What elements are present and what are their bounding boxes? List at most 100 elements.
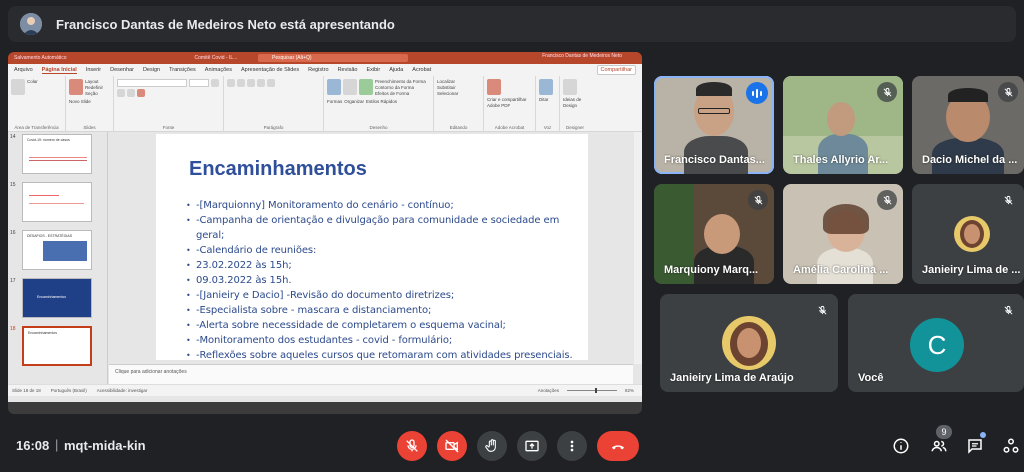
thumbnail-row[interactable]: 15 xyxy=(10,182,106,224)
slide-thumbnail[interactable]: Encaminhamentos xyxy=(22,278,92,318)
chat-button[interactable] xyxy=(964,435,986,457)
autosave-label[interactable]: Salvamento Automático xyxy=(14,55,67,61)
indent-icon[interactable] xyxy=(247,79,255,87)
participant-tile[interactable]: Amélia Carolina ... xyxy=(783,184,903,284)
notes-button[interactable]: Anotações xyxy=(538,388,559,393)
present-button[interactable] xyxy=(517,431,547,461)
tab-desenhar[interactable]: Desenhar xyxy=(110,67,134,73)
design-ideas-icon[interactable] xyxy=(563,79,577,95)
shapes-icon[interactable] xyxy=(327,79,341,95)
meeting-code[interactable]: mqt-mida-kin xyxy=(64,438,146,453)
participant-avatar xyxy=(722,316,776,370)
info-icon xyxy=(893,438,909,454)
people-icon xyxy=(931,440,947,452)
tab-revisao[interactable]: Revisão xyxy=(338,67,358,73)
thumbnail-row[interactable]: 14 Covid-19: número de casos xyxy=(10,134,106,176)
slide-bullet-list[interactable]: -[Marquionny] Monitoramento do cenário -… xyxy=(186,198,576,363)
thumbnail-row[interactable]: 16 DESAFIOS - ESTRATÉGIAS xyxy=(10,230,106,272)
tab-design[interactable]: Design xyxy=(143,67,160,73)
quick-styles-label: Estilos Rápidos xyxy=(366,99,398,104)
slide-thumbnail-selected[interactable]: Encaminhamentos xyxy=(22,326,92,366)
self-tile[interactable]: C Você xyxy=(848,294,1024,392)
group-label: Parágrafo xyxy=(263,125,284,130)
align-center-icon[interactable] xyxy=(267,79,275,87)
language-indicator[interactable]: Português (Brasil) xyxy=(51,388,87,393)
leave-call-button[interactable] xyxy=(597,431,639,461)
effects-label[interactable]: Efeitos de Forma xyxy=(375,91,426,97)
activities-button[interactable] xyxy=(1000,435,1022,457)
tab-registro[interactable]: Registro xyxy=(308,67,328,73)
dictate-label: Ditar xyxy=(539,97,549,102)
participant-tile[interactable]: Thales Allyrio Ar... xyxy=(783,76,903,174)
thumbnail-number: 17 xyxy=(10,278,16,284)
participant-tile[interactable]: Janieiry Lima de Araújo xyxy=(660,294,838,392)
paste-label: Colar xyxy=(27,79,38,84)
thumbnail-row[interactable]: 17 Encaminhamentos xyxy=(10,278,106,320)
speaking-indicator xyxy=(746,82,768,104)
camera-off-icon xyxy=(445,439,459,453)
mic-off-icon xyxy=(812,300,832,320)
tab-acrobat[interactable]: Acrobat xyxy=(412,67,431,73)
accessibility-status[interactable]: Acessibilidade: investigar xyxy=(97,388,148,393)
participant-tile[interactable]: Dacio Michel da ... xyxy=(912,76,1024,174)
zoom-slider[interactable] xyxy=(566,388,617,393)
new-slide-icon[interactable] xyxy=(69,79,83,95)
slide-thumbnail[interactable]: Covid-19: número de casos xyxy=(22,134,92,174)
vertical-scrollbar[interactable] xyxy=(634,132,642,364)
group-label: Adobe Acrobat xyxy=(494,125,525,130)
zoom-level[interactable]: 82% xyxy=(625,388,634,393)
underline-icon[interactable] xyxy=(127,89,135,97)
font-size-box[interactable] xyxy=(189,79,209,87)
bullets-icon[interactable] xyxy=(227,79,235,87)
italic-icon[interactable] xyxy=(117,89,125,97)
select-label[interactable]: Selecionar xyxy=(437,91,458,97)
slide-editing-area: Encaminhamentos -[Marquionny] Monitorame… xyxy=(109,132,633,364)
paste-icon[interactable] xyxy=(11,79,25,95)
thumbnail-row-selected[interactable]: 18 Encaminhamentos xyxy=(10,326,106,368)
slide-title[interactable]: Encaminhamentos xyxy=(189,158,367,181)
raise-hand-button[interactable] xyxy=(477,431,507,461)
more-options-button[interactable] xyxy=(557,431,587,461)
thumbnail-text: Covid-19: número de casos xyxy=(27,138,70,142)
tab-apresentacao[interactable]: Apresentação de Slides xyxy=(241,67,299,73)
tab-arquivo[interactable]: Arquivo xyxy=(14,67,33,73)
participant-tile[interactable]: Marquiony Marq... xyxy=(654,184,774,284)
mic-off-icon xyxy=(748,190,768,210)
tab-inserir[interactable]: Inserir xyxy=(86,67,101,73)
group-font: Fonte xyxy=(114,76,224,132)
bold-icon[interactable] xyxy=(211,79,219,87)
participant-tile[interactable]: Janieiry Lima de ... xyxy=(912,184,1024,284)
quick-styles-icon[interactable] xyxy=(359,79,373,95)
camera-toggle-button[interactable] xyxy=(437,431,467,461)
acrobat-icon[interactable] xyxy=(487,79,501,95)
participant-tile[interactable]: Francisco Dantas... xyxy=(654,76,774,174)
tab-animacoes[interactable]: Animações xyxy=(205,67,232,73)
section-label[interactable]: Seção xyxy=(85,91,103,97)
tab-ajuda[interactable]: Ajuda xyxy=(389,67,403,73)
dictate-icon[interactable] xyxy=(539,79,553,95)
bullet-item: -Alerta sobre necessidade de completarem… xyxy=(186,318,576,333)
font-color-icon[interactable] xyxy=(137,89,145,97)
slide-thumbnail[interactable] xyxy=(22,182,92,222)
align-left-icon[interactable] xyxy=(257,79,265,87)
arrange-icon[interactable] xyxy=(343,79,357,95)
share-button[interactable]: Compartilhar xyxy=(596,65,636,75)
tab-transicoes[interactable]: Transições xyxy=(169,67,196,73)
separator: | xyxy=(55,437,59,452)
shared-screen: Salvamento Automático Comitê Covid - IL.… xyxy=(8,52,642,414)
thumbnail-text: DESAFIOS - ESTRATÉGIAS xyxy=(27,234,73,238)
tab-exibir[interactable]: Exibir xyxy=(366,67,380,73)
search-box[interactable]: Pesquisar (Alt+Q) xyxy=(258,54,408,62)
current-slide[interactable]: Encaminhamentos -[Marquionny] Monitorame… xyxy=(156,134,588,363)
tab-pagina-inicial[interactable]: Página Inicial xyxy=(41,67,77,74)
participant-name: Você xyxy=(858,372,884,384)
meeting-details-button[interactable] xyxy=(890,435,912,457)
group-acrobat: Criar e compartilhar Adobe PDF Adobe Acr… xyxy=(484,76,536,132)
slide-thumbnail[interactable]: DESAFIOS - ESTRATÉGIAS xyxy=(22,230,92,270)
clock: 16:08 xyxy=(16,438,50,453)
numbering-icon[interactable] xyxy=(237,79,245,87)
notes-pane[interactable]: Clique para adicionar anotações xyxy=(109,364,633,384)
design-ideas-label: Ideias de Design xyxy=(563,97,582,108)
mic-toggle-button[interactable] xyxy=(397,431,427,461)
font-name-box[interactable] xyxy=(117,79,187,87)
